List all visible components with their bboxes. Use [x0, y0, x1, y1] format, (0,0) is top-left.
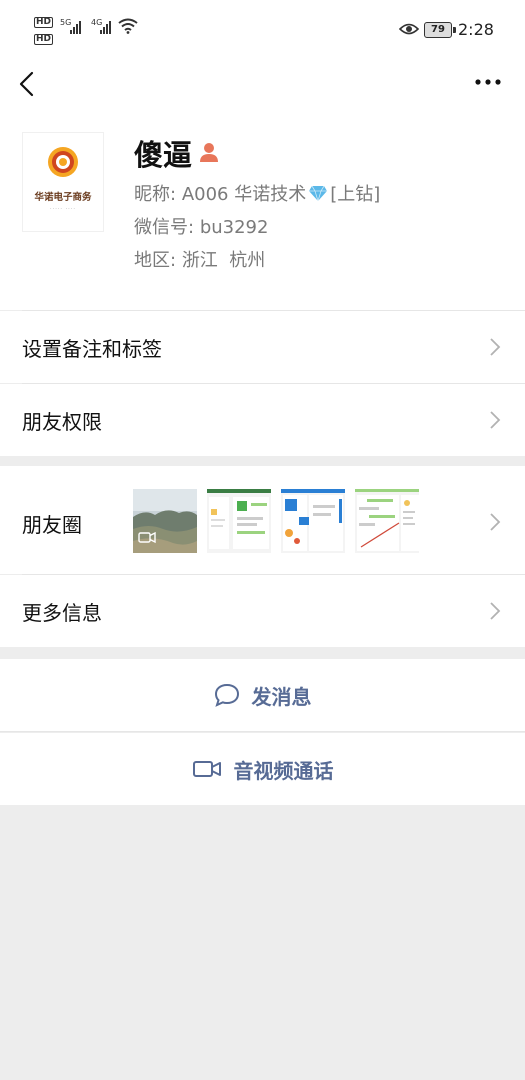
person-icon — [200, 143, 218, 162]
brand-logo-icon — [48, 147, 78, 177]
profile-header: 华诺电子商务 ····· ···· 傻逼 昵称: A006 华诺技术 [上钻] … — [0, 110, 525, 310]
status-bar: HD HD 5G 4G 79 2:28 — [0, 0, 525, 60]
status-time: 2:28 — [458, 20, 494, 39]
audio-video-call-button[interactable]: 音视频通话 — [0, 733, 525, 805]
more-dots-icon[interactable] — [474, 78, 502, 86]
screenshot-image — [207, 489, 271, 553]
more-info-label: 更多信息 — [22, 601, 102, 625]
region-value: 浙江 杭州 — [181, 250, 266, 271]
chevron-right-icon — [490, 411, 501, 429]
more-info-row[interactable]: 更多信息 — [0, 575, 525, 647]
send-message-button[interactable]: 发消息 — [0, 659, 525, 731]
eye-icon — [399, 23, 419, 35]
moments-thumbnail-screenshot[interactable] — [207, 489, 271, 553]
battery-icon: 79 — [424, 22, 456, 38]
avatar-brand-text: 华诺电子商务 — [34, 192, 92, 203]
navigation-bar — [0, 60, 525, 110]
chevron-left-icon[interactable] — [16, 69, 38, 99]
moments-thumbnail-video[interactable] — [133, 489, 197, 553]
wifi-icon — [118, 18, 138, 34]
send-message-label: 发消息 — [251, 684, 312, 709]
nickname-suffix: [上钻] — [330, 184, 381, 205]
contact-name: 傻逼 — [134, 138, 193, 172]
chevron-right-icon — [490, 602, 501, 620]
audio-video-call-label: 音视频通话 — [233, 758, 334, 783]
video-camera-icon — [192, 761, 221, 777]
nickname-line: 昵称: A006 华诺技术 [上钻] — [134, 180, 380, 206]
diamond-icon — [309, 185, 328, 202]
send-message-content: 发消息 — [0, 659, 525, 731]
friend-permissions-label: 朋友权限 — [22, 410, 102, 434]
nickname-label: 昵称: — [134, 184, 177, 205]
hd-indicator-2: HD — [34, 34, 54, 45]
region-label: 地区: — [134, 250, 177, 271]
moments-thumbnail-screenshot[interactable] — [281, 489, 345, 553]
network-type-2: 4G — [91, 18, 103, 27]
screenshot-image — [281, 489, 345, 553]
contact-profile-screen: HD HD 5G 4G 79 2:28 华诺电子商务 ····· ···· 傻逼… — [0, 0, 525, 1080]
hd-indicator-1: HD — [34, 17, 54, 28]
avatar-tagline: ····· ···· — [50, 206, 76, 212]
wechat-id-label: 微信号: — [134, 217, 195, 238]
network-type-1: 5G — [60, 18, 72, 27]
remark-and-tags-label: 设置备注和标签 — [22, 337, 162, 361]
friend-permissions-row[interactable]: 朋友权限 — [0, 384, 525, 456]
nickname-value: A006 华诺技术 — [181, 184, 307, 205]
moments-label: 朋友圈 — [22, 513, 82, 537]
landscape-image — [133, 489, 197, 553]
screenshot-image — [355, 489, 419, 553]
chevron-right-icon — [490, 513, 501, 531]
divider — [0, 731, 525, 732]
chevron-right-icon — [490, 338, 501, 356]
wechat-id-value: bu3292 — [199, 217, 269, 238]
wechat-id-line: 微信号: bu3292 — [134, 213, 268, 239]
moments-thumbnail-screenshot[interactable] — [355, 489, 419, 553]
moments-row[interactable]: 朋友圈 — [0, 466, 525, 574]
audio-video-call-content: 音视频通话 — [0, 733, 525, 805]
avatar[interactable]: 华诺电子商务 ····· ···· — [22, 132, 104, 232]
remark-and-tags-row[interactable]: 设置备注和标签 — [0, 311, 525, 383]
region-line: 地区: 浙江 杭州 — [134, 246, 265, 272]
chat-bubble-icon — [214, 683, 239, 707]
